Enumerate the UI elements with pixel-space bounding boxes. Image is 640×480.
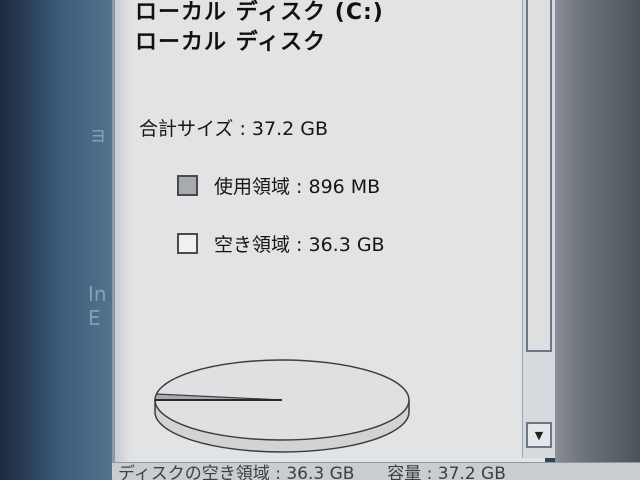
scrollbar-thumb[interactable] xyxy=(526,0,552,352)
screen: ョ In E ローカル ディスク (C:) ローカル ディスク 合計サイズ : … xyxy=(0,0,640,480)
drive-name: ローカル ディスク (C:) xyxy=(135,0,384,25)
pane-edge xyxy=(115,0,131,470)
legend-used: 使用領域 : 896 MB xyxy=(177,172,380,199)
status-bar: ディスクの空き領域 : 36.3 GB 容量 : 37.2 GB xyxy=(112,462,640,480)
desktop-text-fragment: E xyxy=(88,306,101,330)
free-space-label: 空き領域 : 36.3 GB xyxy=(214,234,385,256)
status-free-space: ディスクの空き領域 : 36.3 GB xyxy=(118,464,355,480)
monitor-bezel xyxy=(555,0,640,480)
used-space-swatch xyxy=(177,175,198,196)
status-capacity: 容量 : 37.2 GB xyxy=(387,464,506,480)
used-space-label: 使用領域 : 896 MB xyxy=(214,176,381,198)
legend-free: 空き領域 : 36.3 GB xyxy=(177,230,385,257)
desktop-text-fragment: ョ xyxy=(88,122,108,146)
disk-usage-pie xyxy=(151,350,413,464)
details-pane: ローカル ディスク (C:) ローカル ディスク 合計サイズ : 37.2 GB… xyxy=(112,0,545,470)
drive-type: ローカル ディスク xyxy=(135,30,327,55)
free-space-swatch xyxy=(177,233,198,254)
total-size: 合計サイズ : 37.2 GB xyxy=(139,118,329,140)
scroll-down-arrow-icon: ▼ xyxy=(534,428,544,442)
desktop-background: ョ In E xyxy=(0,0,118,480)
pie-chart-svg xyxy=(154,359,410,453)
scroll-down-button[interactable]: ▼ xyxy=(526,422,552,448)
vertical-scrollbar[interactable]: ▼ xyxy=(522,0,555,458)
desktop-text-fragment: In xyxy=(88,282,107,306)
